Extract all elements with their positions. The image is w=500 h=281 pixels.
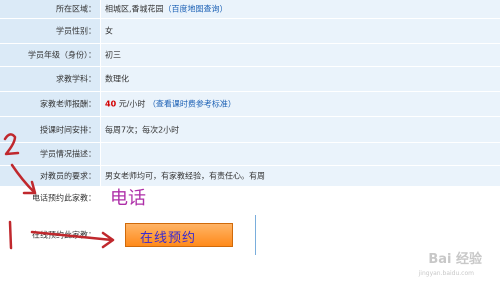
baidu-watermark: Bai 经验 <box>428 252 482 267</box>
arrow-to-booking-icon <box>30 230 114 242</box>
arrow-to-phone-icon <box>10 163 36 194</box>
annotation-arrows <box>3 133 115 250</box>
baidu-watermark-url: jingyan.baidu.com <box>418 270 474 277</box>
number-one-stroke-icon <box>8 220 13 250</box>
number-two-stroke-icon <box>3 133 20 156</box>
